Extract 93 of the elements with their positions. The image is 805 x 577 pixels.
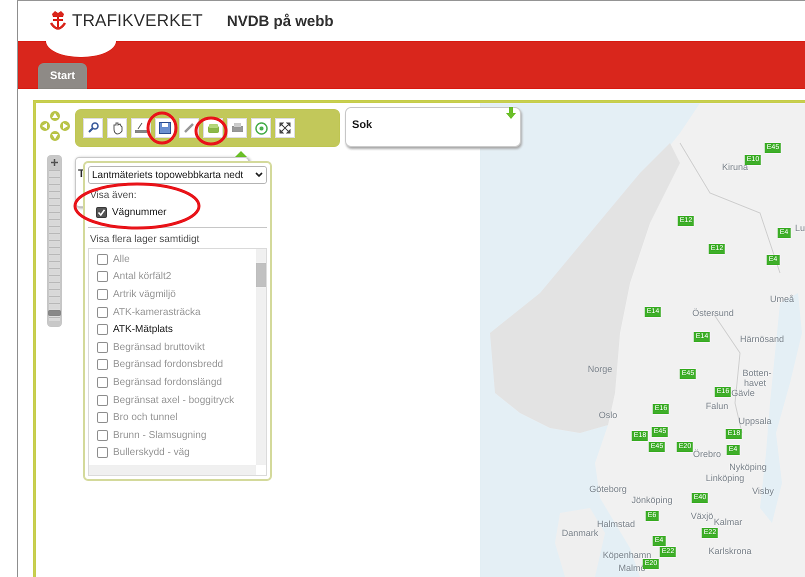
search-box[interactable]: Sok [345,107,521,147]
place-label: Gävle [731,388,755,398]
tool-button[interactable] [155,118,175,138]
place-label: Halmstad [597,519,635,529]
ruler-icon [134,122,148,134]
place-label: Linköping [706,473,744,483]
magnifier-icon [87,122,99,134]
scrollbar[interactable] [256,248,266,465]
place-label: Botten- [742,368,772,378]
checkbox-label: Bullerskydd - väg [113,447,190,458]
layer-item[interactable]: Brunn - Slamsugning [89,426,255,444]
place-label: Jönköping [631,495,673,505]
checkbox[interactable] [97,342,108,353]
basemap-select[interactable]: Lantmäteriets topowebbkarta nedt [88,166,267,184]
checkbox[interactable] [97,447,108,458]
layer-item[interactable]: Begränsad fordonsbredd [89,356,255,374]
place-label: Karlskrona [708,546,752,556]
place-label: Uppsala [738,416,772,426]
place-label: Oslo [598,410,618,420]
chevron-down-icon [255,172,263,178]
place-label: Kiruna [722,162,748,172]
place-label: Växjö [690,511,714,521]
highlight-ellipse [146,111,178,145]
checkbox-label: Vägnummer [112,207,166,218]
target-icon [254,122,268,134]
place-label: Göteborg [589,484,627,494]
layer-item[interactable]: Bro och tunnel [89,408,255,427]
brand-name: TRAFIKVERKET [72,11,203,31]
place-label: Örebro [693,449,721,459]
pan-control[interactable] [40,110,70,142]
tool-button[interactable] [83,118,103,138]
checkbox-label: Brunn - Slamsugning [113,430,206,441]
layer-item[interactable]: Bullerskydd - väg [89,444,255,462]
section-label: Visa flera lager samtidigt [90,234,200,245]
section-label: Visa även: [90,190,138,201]
search-label: Sok [352,119,372,131]
checkbox-label: Begränsad fordonslängd [113,377,222,388]
checkbox-label: Begränsat axel - boggitryck [113,394,234,406]
layer-item[interactable]: ATK-kamerasträcka [89,303,255,321]
place-label: Norge [588,364,612,374]
hand-icon [110,122,124,134]
place-label: Köpenhamn [602,550,652,560]
checkbox-label: Begränsad fordonsbredd [113,359,224,370]
checkbox-label: Artrik vägmiljö [113,289,176,300]
checkbox[interactable] [97,412,108,424]
highlight-ellipse [194,116,228,146]
checkbox[interactable] [97,394,108,406]
place-label: Malmö [618,563,646,573]
scrollbar[interactable] [89,464,256,475]
checkbox[interactable] [97,271,108,282]
layer-item[interactable]: Begränsat axel - boggitryck [89,391,255,409]
layers-icon [206,122,220,134]
crown-anchor-icon [48,10,68,32]
checkbox-label: Antal körfält2 [113,271,172,282]
tool-button[interactable] [275,118,295,138]
place-label: Nyköping [729,462,767,472]
checkbox[interactable] [97,359,108,370]
place-label: Lu [795,223,805,233]
layer-item[interactable]: Antal körfält2 [89,268,255,286]
checkbox-label: Bro och tunnel [113,412,178,424]
checkbox-label: Alle [113,254,130,265]
app-title: NVDB på webb [226,12,334,30]
checkbox[interactable] [96,207,107,218]
tab[interactable]: Start [38,63,88,89]
place-label: Umeå [770,294,794,304]
tool-button[interactable] [107,118,127,138]
checkbox[interactable] [97,377,108,388]
checkbox-row[interactable]: Vägnummer [88,204,267,222]
layer-item[interactable]: Artrik vägmiljö [89,286,255,304]
checkbox-label: Begränsad bruttovikt [113,342,205,353]
checkbox-label: ATK-Mätplats [113,324,173,336]
pencil-icon [183,122,195,134]
checkbox[interactable] [97,289,108,300]
place-label: Kalmar [714,517,742,527]
place-label: Falun [706,401,728,411]
place-label: Östersund [692,308,734,318]
place-label: Härnösand [740,334,784,344]
checkbox[interactable] [97,430,108,441]
zoom-slider[interactable] [47,155,62,327]
layer-item[interactable]: Begränsad fordonslängd [89,374,255,392]
printer-icon [230,122,244,134]
checkbox[interactable] [97,306,108,318]
layer-item[interactable]: Begränsad bruttovikt [89,338,255,356]
checkbox[interactable] [97,254,108,265]
fullscreen-icon [279,122,291,134]
plus-icon [50,158,59,167]
layer-item[interactable]: Alle [89,250,255,268]
place-label: havet [744,378,766,388]
checkbox-label: ATK-kamerasträcka [113,306,201,318]
checkbox[interactable] [97,324,108,336]
place-label: Danmark [562,528,598,538]
layer-item[interactable]: ATK-Mätplats [89,320,255,339]
place-label: Visby [752,486,774,496]
